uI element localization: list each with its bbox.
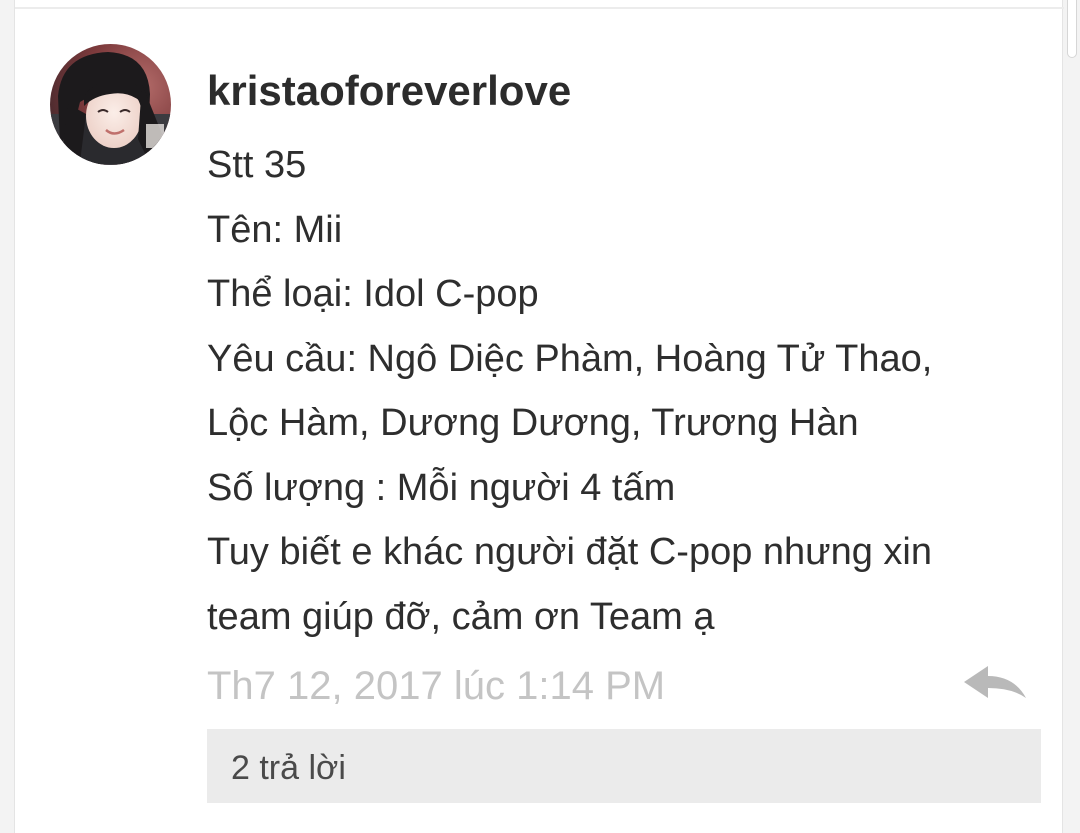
comment-page: kristaoforeverlove Stt 35 Tên: Mii Thể l… [0, 0, 1080, 833]
comment-body-line: team giúp đỡ, cảm ơn Team ạ [207, 595, 715, 638]
comment-body-line: Tuy biết e khác người đặt C-pop nhưng xi… [207, 531, 933, 573]
replies-toggle[interactable]: 2 trả lời [207, 729, 1041, 803]
comment-body-line: Thể loại: Idol C-pop [207, 273, 539, 315]
avatar[interactable] [50, 44, 171, 165]
replies-count-label: 2 trả lời [231, 749, 346, 787]
comment-author[interactable]: kristaoforeverlove [207, 64, 571, 118]
scrollbar-thumb[interactable] [1067, 0, 1077, 58]
top-divider [15, 7, 1064, 9]
comment-timestamp: Th7 12, 2017 lúc 1:14 PM [207, 664, 666, 708]
comment-body-line: Số lượng : Mỗi người 4 tấm [207, 466, 676, 509]
reply-arrow-icon[interactable] [962, 664, 1030, 704]
comment-body-line: Lộc Hàm, Dương Dương, Trương Hàn [207, 402, 859, 444]
comment-body-line: Yêu cầu: Ngô Diệc Phàm, Hoàng Tử Thao, [207, 337, 933, 380]
comment-body: Stt 35 Tên: Mii Thể loại: Idol C-pop Yêu… [207, 133, 1047, 649]
comment-body-line: Tên: Mii [207, 208, 343, 251]
avatar-photo-icon [50, 44, 171, 165]
comment-body-line: Stt 35 [207, 144, 307, 186]
